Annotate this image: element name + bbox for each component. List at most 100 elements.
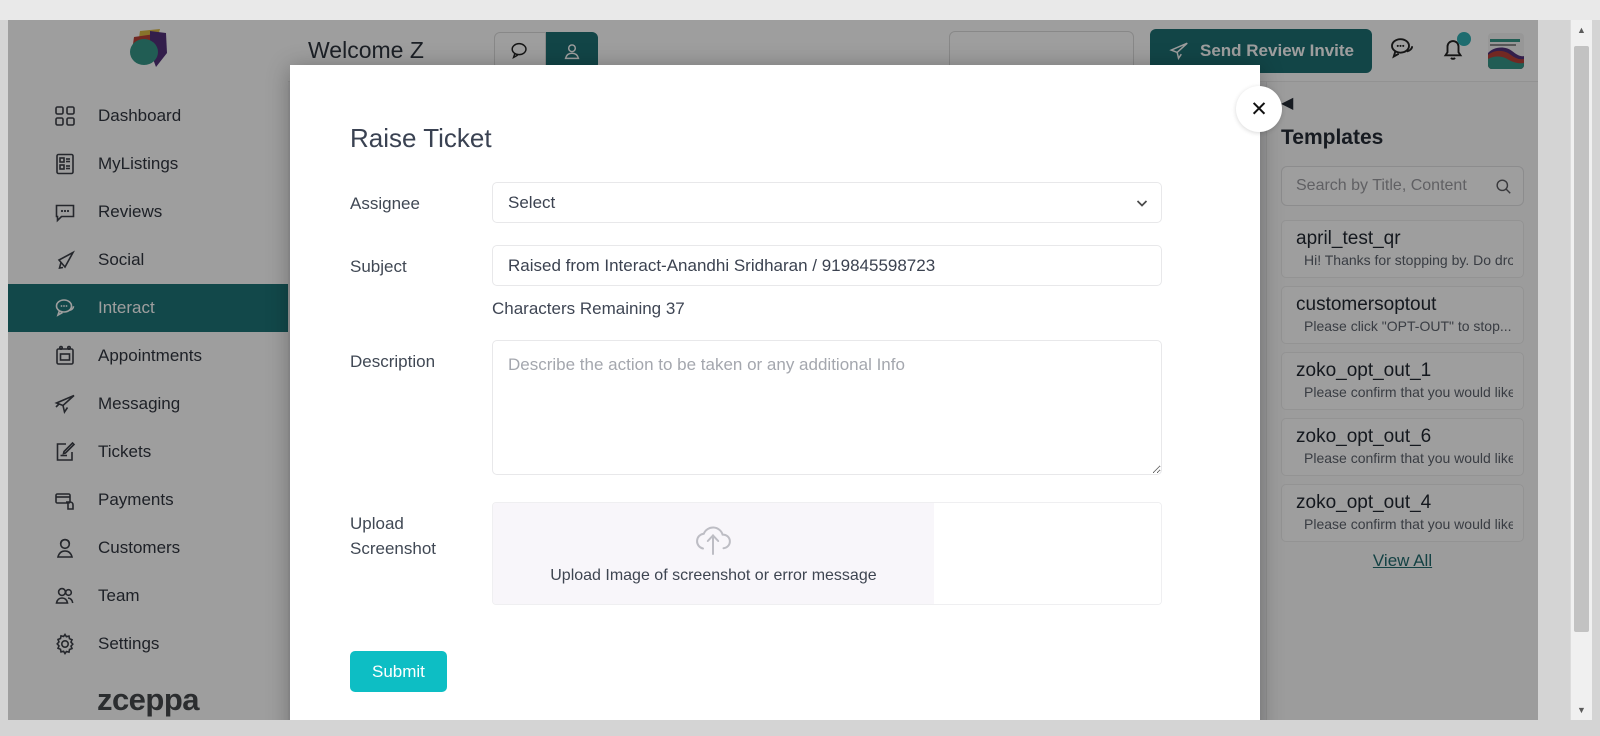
- chat-support-button[interactable]: [1388, 34, 1422, 68]
- sidebar-item-label: Settings: [98, 634, 160, 654]
- sidebar-nav: Dashboard MyListings Reviews Social Inte…: [8, 92, 288, 668]
- notifications-button[interactable]: [1438, 31, 1472, 68]
- sidebar-item-label: Tickets: [98, 442, 152, 462]
- sidebar-item-dashboard[interactable]: Dashboard: [8, 92, 288, 140]
- view-all-link[interactable]: View All: [1281, 551, 1524, 571]
- templates-search-input[interactable]: Search by Title, Content: [1281, 166, 1524, 206]
- list-item[interactable]: zoko_opt_out_6 Please confirm that you w…: [1281, 418, 1524, 476]
- view-toggle-group: [493, 31, 598, 70]
- template-snippet: Please confirm that you would like t...: [1304, 384, 1513, 400]
- list-item[interactable]: zoko_opt_out_4 Please confirm that you w…: [1281, 484, 1524, 542]
- sidebar-item-appointments[interactable]: Appointments: [8, 332, 288, 380]
- paper-plane-icon: [1169, 42, 1188, 60]
- people-view-icon: [564, 43, 580, 59]
- sidebar-item-label: Team: [98, 586, 140, 606]
- assignee-label: Assignee: [350, 194, 420, 213]
- templates-search-placeholder: Search by Title, Content: [1296, 177, 1467, 194]
- template-name: customersoptout: [1296, 294, 1437, 315]
- sidebar-item-label: Payments: [98, 490, 174, 510]
- cloud-upload-icon: [696, 526, 732, 555]
- people-group-icon: [52, 583, 78, 609]
- sidebar-item-label: Appointments: [98, 346, 202, 366]
- subject-input[interactable]: [492, 245, 1162, 286]
- browser-chrome-left: [0, 20, 8, 720]
- sidebar-item-customers[interactable]: Customers: [8, 524, 288, 572]
- chat-bubbles-icon: [52, 295, 78, 321]
- scroll-up-arrow[interactable]: ▲: [1571, 20, 1592, 40]
- page-viewport: Dashboard MyListings Reviews Social Inte…: [8, 20, 1538, 720]
- sidebar-item-interact[interactable]: Interact: [8, 284, 288, 333]
- template-snippet: Please confirm that you would like t...: [1304, 450, 1513, 466]
- sidebar-item-payments[interactable]: Payments: [8, 476, 288, 524]
- subject-row: Subject Characters Remaining 37: [290, 245, 1260, 319]
- templates-title: Templates: [1281, 126, 1384, 149]
- calendar-icon: [52, 343, 78, 369]
- list-view-button[interactable]: [545, 31, 598, 70]
- description-label: Description: [350, 352, 436, 371]
- browser-window: Dashboard MyListings Reviews Social Inte…: [0, 0, 1600, 736]
- characters-remaining: Characters Remaining 37: [492, 299, 685, 318]
- upload-dropzone[interactable]: Upload Image of screenshot or error mess…: [493, 503, 934, 604]
- raise-ticket-modal: ✕ Raise Ticket Assignee Select Subject R…: [290, 65, 1282, 720]
- scrollbar-thumb[interactable]: [1574, 46, 1589, 632]
- upload-dropzone-text: Upload Image of screenshot or error mess…: [550, 567, 877, 584]
- sidebar-item-team[interactable]: Team: [8, 572, 288, 620]
- submit-button[interactable]: Submit: [350, 651, 447, 692]
- list-item[interactable]: april_test_qr Hi! Thanks for stopping by…: [1281, 220, 1524, 278]
- search-icon: [1496, 178, 1511, 194]
- sidebar-item-tickets[interactable]: Tickets: [8, 428, 288, 476]
- assignee-row: Assignee Select: [290, 182, 1260, 223]
- description-row: Description: [290, 340, 1260, 480]
- welcome-title: Welcome Z: [308, 37, 424, 63]
- subject-label: Subject: [350, 257, 407, 276]
- zceppa-logo-icon: [130, 29, 167, 68]
- chat-bubbles-icon: [1391, 37, 1414, 58]
- sidebar-item-messaging[interactable]: Messaging: [8, 380, 288, 428]
- template-snippet: Please confirm that you would like t...: [1304, 516, 1513, 532]
- upload-screenshot-box: Upload Image of screenshot or error mess…: [492, 502, 1162, 605]
- sidebar: Dashboard MyListings Reviews Social Inte…: [8, 20, 288, 720]
- avatar-image: [1488, 32, 1524, 69]
- assignee-select[interactable]: Select: [492, 182, 1162, 223]
- templates-list: april_test_qr Hi! Thanks for stopping by…: [1281, 220, 1524, 542]
- upload-preview-area: [933, 503, 1161, 604]
- templates-collapse-button[interactable]: ◀: [1281, 96, 1524, 112]
- sidebar-item-label: Customers: [98, 538, 181, 558]
- sidebar-item-reviews[interactable]: Reviews: [8, 188, 288, 236]
- sidebar-item-label: Interact: [98, 298, 155, 318]
- credit-card-hand-icon: [52, 487, 78, 513]
- app-logo: [8, 20, 288, 82]
- sidebar-item-settings[interactable]: Settings: [8, 620, 288, 668]
- template-snippet: Please click "OPT-OUT" to stop...: [1304, 318, 1512, 334]
- chat-view-icon: [511, 42, 527, 59]
- page-title: Raise Ticket: [350, 123, 492, 153]
- browser-chrome-bottom: [0, 720, 1600, 736]
- speech-bubble-icon: [52, 199, 78, 225]
- sidebar-item-label: MyListings: [98, 154, 179, 174]
- megaphone-icon: [52, 247, 78, 273]
- person-support-icon: [52, 535, 78, 561]
- sidebar-item-social[interactable]: Social: [8, 236, 288, 284]
- list-item[interactable]: zoko_opt_out_1 Please confirm that you w…: [1281, 352, 1524, 410]
- send-review-invite-label: Send Review Invite: [1200, 40, 1354, 60]
- template-name: zoko_opt_out_4: [1296, 492, 1432, 513]
- avatar[interactable]: [1488, 32, 1524, 69]
- close-icon[interactable]: ✕: [1236, 86, 1282, 132]
- scroll-down-arrow[interactable]: ▼: [1571, 700, 1592, 720]
- upload-label: Upload Screenshot: [350, 514, 436, 558]
- templates-panel: ◀ Templates Search by Title, Content apr…: [1266, 82, 1538, 720]
- grid-icon: [52, 103, 78, 129]
- contact-view-button[interactable]: [493, 31, 546, 70]
- sidebar-item-label: Social: [98, 250, 145, 270]
- page-scrollbar[interactable]: ▲ ▼: [1570, 20, 1592, 720]
- browser-chrome-top: [0, 0, 1600, 20]
- list-item[interactable]: customersoptout Please click "OPT-OUT" t…: [1281, 286, 1524, 344]
- description-textarea[interactable]: [492, 340, 1162, 475]
- template-name: zoko_opt_out_6: [1296, 426, 1432, 447]
- template-name: april_test_qr: [1296, 228, 1401, 249]
- list-document-icon: [52, 151, 78, 177]
- sidebar-item-label: Reviews: [98, 202, 163, 222]
- sidebar-item-label: Dashboard: [98, 106, 182, 126]
- sidebar-item-mylistings[interactable]: MyListings: [8, 140, 288, 188]
- scrollbar-track[interactable]: [1574, 40, 1589, 700]
